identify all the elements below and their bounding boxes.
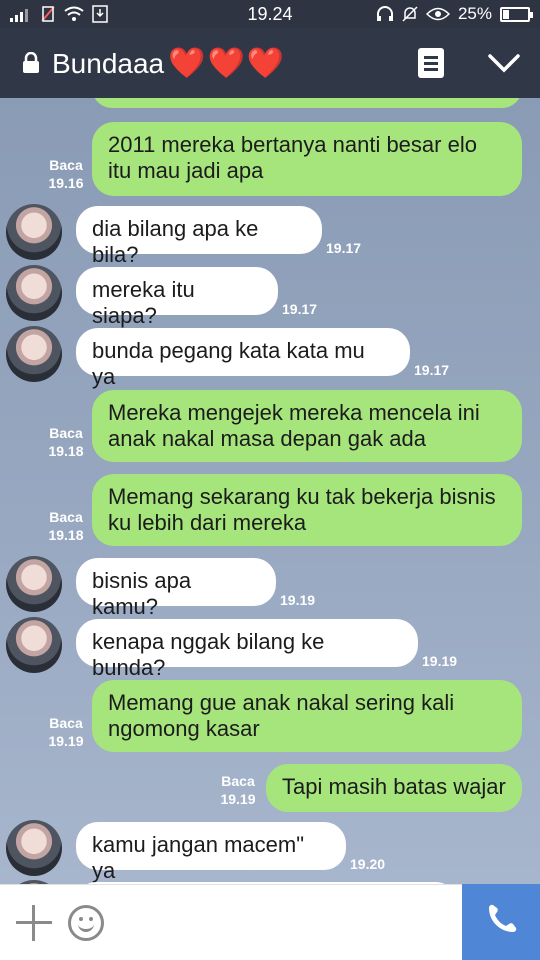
status-right-icons: 25% [376, 4, 533, 24]
avatar[interactable] [6, 326, 62, 382]
avatar[interactable] [6, 820, 62, 876]
message-bubble-out[interactable]: Memang sekarang ku tak bekerja bisnis ku… [92, 474, 522, 546]
read-label: Baca [49, 509, 83, 525]
read-label: Baca [49, 425, 83, 441]
message-bubble-out[interactable]: Tapi masih batas wajar [266, 764, 522, 812]
read-receipt: Baca 19.18 [40, 424, 92, 460]
smiley-eye [79, 917, 83, 921]
message-time: 19.19 [220, 791, 256, 807]
avatar[interactable] [6, 556, 62, 612]
call-button[interactable] [462, 884, 540, 960]
eye-icon [425, 7, 450, 21]
message-time: 19.17 [414, 362, 450, 378]
note-icon-line [424, 56, 438, 59]
heart-emoji: ❤️❤️❤️ [168, 47, 287, 80]
chat-area[interactable]: Baca 19.16 2011 mereka bertanya nanti be… [0, 98, 540, 884]
read-label: Baca [221, 773, 255, 789]
avatar[interactable] [6, 265, 62, 321]
message-time: 19.20 [350, 856, 386, 872]
message-time: 19.19 [280, 592, 316, 608]
battery-level [503, 9, 509, 19]
message-bubble-partial [92, 98, 522, 108]
note-icon-line [424, 68, 438, 71]
chat-title[interactable]: Bundaaa ❤️❤️❤️ [52, 46, 286, 81]
smiley-mouth [78, 922, 94, 932]
message-bubble-in[interactable]: kamu jangan macem" ya [76, 822, 346, 883]
message-time: 19.16 [48, 175, 84, 191]
read-receipt: Baca 19.18 [40, 508, 92, 544]
read-receipt: Baca 19.19 [40, 714, 92, 750]
contact-name: Bundaaa [52, 47, 165, 79]
read-label: Baca [49, 715, 83, 731]
message-bubble-in[interactable]: kenapa nggak bilang ke bunda? [76, 619, 418, 680]
phone-icon [489, 904, 517, 932]
smiley-eye [89, 917, 93, 921]
note-button[interactable] [418, 48, 444, 78]
message-time: 19.18 [48, 527, 84, 543]
message-time: 19.19 [422, 653, 458, 669]
message-bubble-out[interactable]: Mereka mengejek mereka mencela ini anak … [92, 390, 522, 462]
message-bubble-out[interactable]: 2011 mereka bertanya nanti besar elo itu… [92, 122, 522, 196]
message-time: 19.19 [48, 733, 84, 749]
message-time: 19.17 [326, 240, 362, 256]
lock-icon [23, 52, 39, 73]
plus-icon[interactable] [16, 905, 52, 941]
read-receipt: Baca 19.16 [40, 156, 92, 192]
battery-icon [500, 6, 533, 22]
smiley-icon[interactable] [68, 905, 104, 941]
input-bar [0, 884, 540, 960]
chat-header: Bundaaa ❤️❤️❤️ [0, 28, 540, 98]
message-time: 19.18 [48, 443, 84, 459]
message-bubble-in[interactable]: bunda pegang kata kata mu ya [76, 328, 410, 389]
note-icon-line [424, 62, 438, 65]
message-bubble-in[interactable]: bisnis apa kamu? [76, 558, 276, 619]
message-bubble-in[interactable]: mereka itu siapa? [76, 267, 278, 328]
read-label: Baca [49, 157, 83, 173]
battery-percent: 25% [457, 4, 492, 23]
message-bubble-out[interactable]: Memang gue anak nakal sering kali ngomon… [92, 680, 522, 752]
message-bubble-in[interactable]: dia bilang apa ke bila? [76, 206, 322, 267]
avatar[interactable] [6, 204, 62, 260]
chevron-down-icon[interactable] [484, 46, 524, 80]
read-receipt: Baca 19.19 [212, 772, 264, 808]
mute-icon [402, 6, 418, 22]
avatar[interactable] [6, 617, 62, 673]
message-time: 19.17 [282, 301, 318, 317]
status-bar: 19.24 25% [0, 0, 540, 28]
headset-icon [376, 6, 393, 21]
